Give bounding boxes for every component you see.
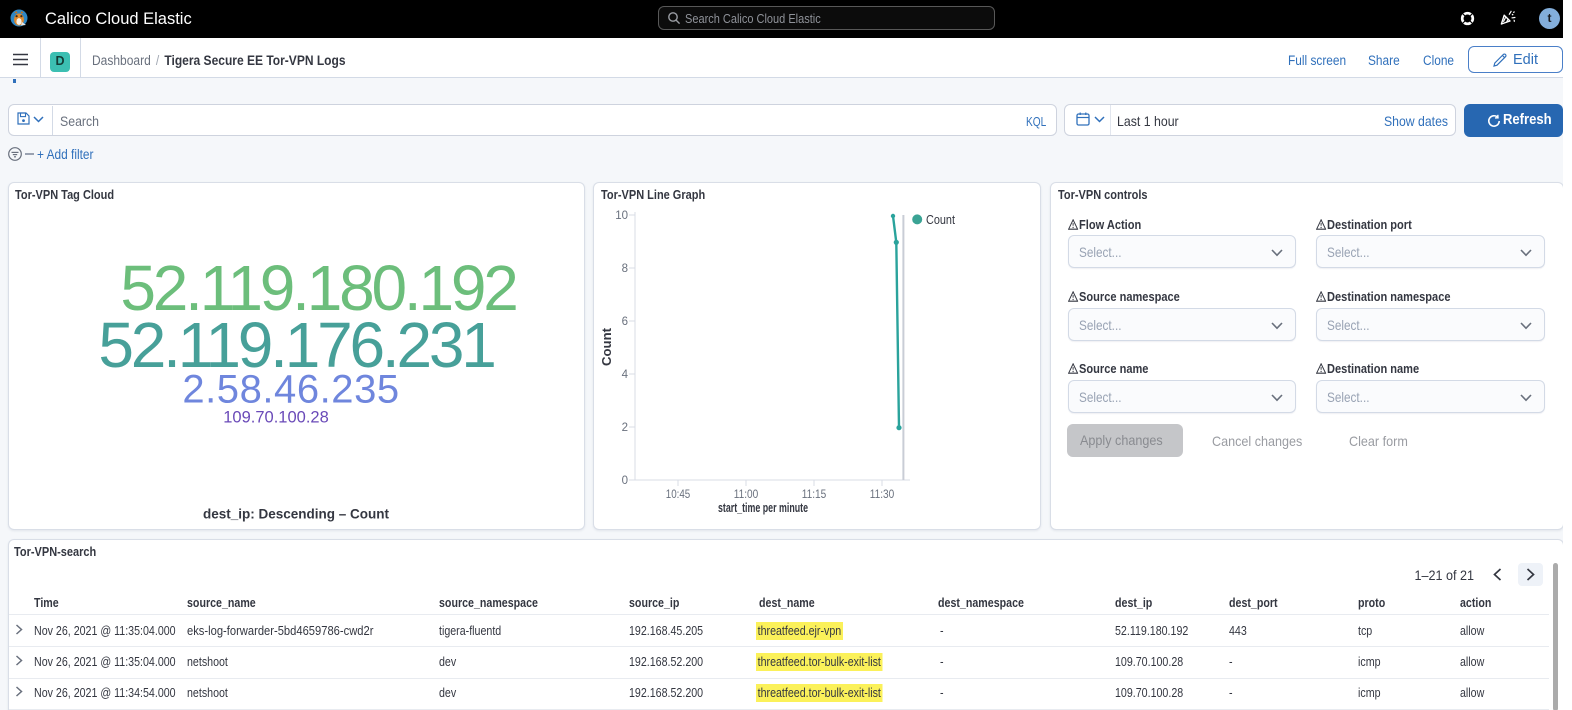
svg-text:2: 2 — [622, 422, 628, 434]
svg-text:6: 6 — [622, 316, 628, 328]
svg-text:10:45: 10:45 — [666, 489, 691, 501]
svg-text:Count: Count — [926, 212, 955, 227]
svg-text:8: 8 — [622, 263, 628, 275]
svg-text:Count: Count — [600, 327, 614, 366]
svg-text:0: 0 — [622, 475, 628, 487]
svg-text:start_time per minute: start_time per minute — [718, 501, 808, 515]
svg-text:10: 10 — [615, 210, 628, 222]
svg-text:11:15: 11:15 — [802, 489, 827, 501]
svg-text:11:30: 11:30 — [870, 489, 895, 501]
svg-text:11:00: 11:00 — [734, 489, 759, 501]
svg-text:4: 4 — [622, 369, 629, 381]
